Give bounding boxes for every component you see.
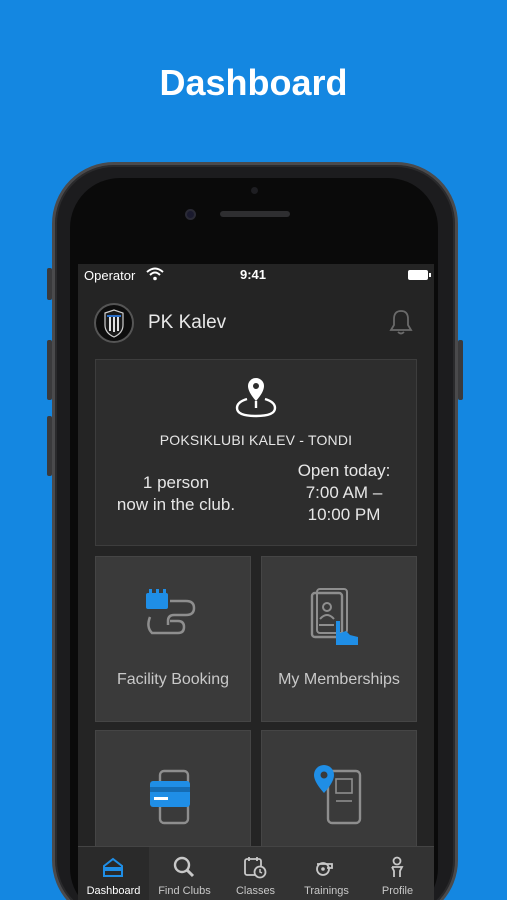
- tab-find-clubs-label: Find Clubs: [158, 885, 211, 897]
- location-phone-icon: [314, 765, 362, 825]
- my-memberships-tile[interactable]: My Memberships: [261, 556, 417, 722]
- search-icon: [173, 856, 195, 878]
- facility-booking-label: Facility Booking: [116, 671, 230, 688]
- tab-dashboard[interactable]: Dashboard: [78, 847, 149, 900]
- whistle-icon: [316, 862, 333, 876]
- closing-time: 10:00 PM: [307, 505, 381, 524]
- wifi-icon: [146, 267, 164, 281]
- tab-profile[interactable]: Profile: [362, 847, 433, 900]
- proximity-sensor: [251, 187, 258, 194]
- club-info-card[interactable]: POKSIKLUBI KALEV - TONDI 1 person now in…: [95, 359, 417, 546]
- page-headline: Dashboard: [159, 62, 348, 103]
- earpiece-speaker: [220, 211, 290, 217]
- tab-trainings-label: Trainings: [304, 885, 349, 897]
- tab-classes-label: Classes: [235, 885, 276, 897]
- tab-dashboard-label: Dashboard: [86, 885, 141, 897]
- opening-time: 7:00 AM –: [305, 483, 383, 502]
- payment-card-icon: [150, 769, 190, 825]
- occupancy-count: 1 person: [142, 473, 210, 492]
- front-camera: [185, 209, 196, 220]
- status-bar: Operator 9:41: [78, 264, 434, 288]
- location-pin-icon: [235, 378, 277, 418]
- bottom-tab-bar: Dashboard Find Clubs Classes Trainings P…: [78, 846, 434, 900]
- occupancy-caption: now in the club.: [116, 495, 236, 514]
- club-logo-avatar[interactable]: [94, 303, 134, 343]
- power-button: [458, 340, 463, 400]
- club-crest-icon: [104, 309, 124, 338]
- club-name-title: PK Kalev: [148, 312, 227, 333]
- tab-classes[interactable]: Classes: [220, 847, 291, 900]
- home-icon: [103, 857, 123, 877]
- calendar-clock-icon: [244, 857, 267, 879]
- app-header: PK Kalev: [78, 300, 434, 344]
- notification-bell-icon[interactable]: [388, 308, 414, 336]
- tab-profile-label: Profile: [381, 885, 414, 897]
- occupancy-text: 1 person now in the club.: [96, 472, 256, 516]
- opening-hours-title: Open today:: [297, 461, 391, 480]
- membership-card-icon: [310, 588, 358, 645]
- clock-time: 9:41: [240, 267, 267, 282]
- opening-hours: Open today: 7:00 AM – 10:00 PM: [274, 460, 414, 526]
- facility-booking-tile[interactable]: Facility Booking: [95, 556, 251, 722]
- person-icon: [391, 856, 404, 877]
- app-screen: Operator 9:41 PK Kalev POKSIKLUBI KALEV …: [78, 264, 434, 900]
- club-full-name: POKSIKLUBI KALEV - TONDI: [159, 432, 353, 448]
- battery-icon: [408, 270, 431, 280]
- carrier-label: Operator: [84, 268, 136, 283]
- calendar-booking-icon: [146, 589, 196, 635]
- tab-trainings[interactable]: Trainings: [291, 847, 362, 900]
- tab-find-clubs[interactable]: Find Clubs: [149, 847, 220, 900]
- my-memberships-label: My Memberships: [278, 671, 400, 688]
